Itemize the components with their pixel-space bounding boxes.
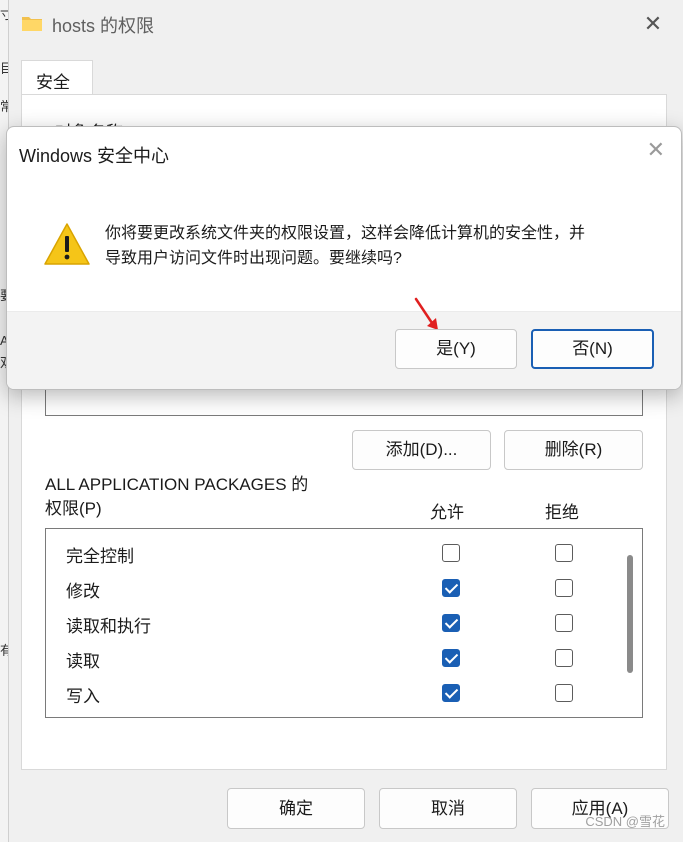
red-arrow-icon — [414, 297, 438, 330]
scrollbar-thumb[interactable] — [627, 555, 633, 673]
deny-checkbox[interactable] — [555, 579, 573, 597]
deny-checkbox[interactable] — [555, 684, 573, 702]
allow-checkbox[interactable] — [442, 684, 460, 702]
security-warning-dialog: Windows 安全中心 ✕ 你将要更改系统文件夹的权限设置，这样会降低计算机的… — [6, 126, 682, 390]
allow-checkbox[interactable] — [442, 649, 460, 667]
deny-checkbox[interactable] — [555, 544, 573, 562]
remove-button[interactable]: 删除(R) — [504, 430, 643, 470]
permission-row: 修改 — [46, 569, 616, 604]
allow-checkbox[interactable] — [442, 544, 460, 562]
allow-column-header: 允许 — [430, 503, 464, 522]
cancel-button[interactable]: 取消 — [379, 788, 517, 829]
permission-row: 读取和执行 — [46, 604, 616, 639]
permission-row: 写入 — [46, 674, 616, 709]
message-line: 你将要更改系统文件夹的权限设置，这样会降低计算机的安全性，并 — [105, 225, 586, 242]
title-bar[interactable]: hosts 的权限 ✕ — [9, 0, 683, 48]
close-icon[interactable]: ✕ — [636, 9, 670, 39]
message-line: 导致用户访问文件时出现问题。要继续吗? — [105, 250, 402, 267]
window-title: hosts 的权限 — [52, 16, 155, 36]
dialog-title: Windows 安全中心 — [19, 146, 170, 166]
deny-checkbox[interactable] — [555, 614, 573, 632]
warning-icon — [44, 223, 90, 265]
allow-checkbox[interactable] — [442, 579, 460, 597]
allow-checkbox[interactable] — [442, 614, 460, 632]
permission-name: 读取 — [66, 652, 100, 671]
deny-column-header: 拒绝 — [545, 503, 579, 522]
permissions-subtitle: 权限(P) — [45, 499, 102, 518]
permission-name: 修改 — [66, 582, 100, 601]
permission-row: 完全控制 — [46, 534, 616, 569]
tab-security[interactable]: 安全 — [21, 60, 93, 96]
watermark: CSDN @雪花 — [585, 814, 665, 829]
deny-checkbox[interactable] — [555, 649, 573, 667]
ok-button[interactable]: 确定 — [227, 788, 365, 829]
folder-icon — [22, 17, 42, 31]
yes-button[interactable]: 是(Y) — [395, 329, 517, 369]
permission-row: 读取 — [46, 639, 616, 674]
permissions-title: ALL APPLICATION PACKAGES 的 — [45, 475, 309, 494]
no-button[interactable]: 否(N) — [531, 329, 654, 369]
permission-name: 完全控制 — [66, 547, 134, 566]
permission-name: 写入 — [66, 687, 100, 706]
add-button[interactable]: 添加(D)... — [352, 430, 491, 470]
permission-name: 读取和执行 — [66, 617, 151, 636]
dialog-message: 你将要更改系统文件夹的权限设置，这样会降低计算机的安全性，并 导致用户访问文件时… — [105, 221, 645, 271]
permissions-list[interactable]: 完全控制 修改 读取和执行 读取 写入 — [45, 528, 643, 718]
close-icon[interactable]: ✕ — [647, 137, 665, 163]
